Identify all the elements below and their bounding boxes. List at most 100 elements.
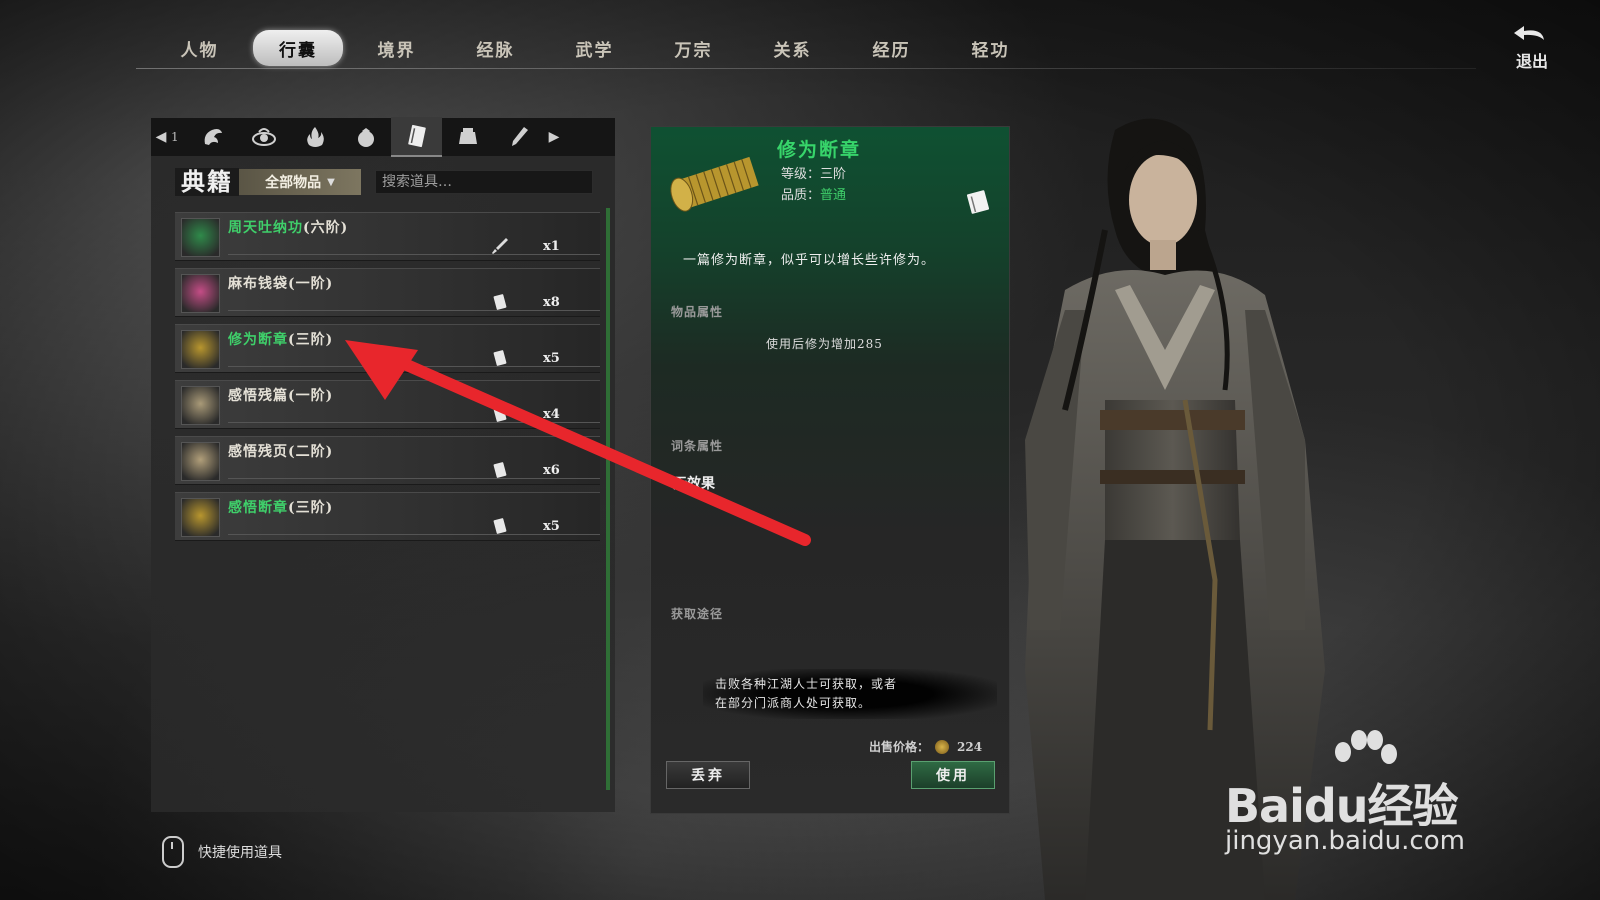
item-icon — [181, 330, 220, 369]
tab-inventory[interactable]: 行囊 — [253, 30, 343, 66]
item-quantity: x5 — [543, 519, 560, 534]
inventory-item-row[interactable]: 麻布钱袋(一阶) x8 — [175, 268, 600, 317]
inventory-panel: ◀ 1 ▶ 典籍 全部物品 ▼ 周天吐纳功(六阶) x1 麻布钱袋 — [151, 117, 615, 812]
filter-funnel-icon: ▼ — [327, 176, 335, 188]
item-quantity: x6 — [543, 463, 560, 478]
item-name: 感悟断章(三阶) — [228, 497, 333, 517]
item-tier: (三阶) — [288, 332, 334, 348]
obtain-description: 击败各种江湖人士可获取，或者 在部分门派商人处可获取。 — [703, 669, 997, 719]
brush-icon — [511, 127, 528, 146]
category-count: 1 — [171, 130, 179, 144]
category-tab-dragon[interactable] — [187, 118, 238, 156]
tab-lightness-skill[interactable]: 轻功 — [941, 30, 1040, 66]
filter-dropdown[interactable]: 全部物品 ▼ — [239, 169, 361, 195]
item-icon — [181, 498, 220, 537]
quick-use-label: 快捷使用道具 — [198, 845, 282, 861]
exit-button[interactable]: 退出 — [1502, 22, 1562, 71]
item-name: 麻布钱袋(一阶) — [228, 273, 333, 293]
item-name-text: 感悟残篇 — [228, 388, 288, 404]
detail-item-level: 等级：三阶 — [781, 167, 847, 182]
row-divider — [228, 366, 600, 367]
watermark-url: jingyan.baidu.com — [1225, 826, 1465, 856]
flame-icon — [306, 127, 324, 147]
jar-icon — [458, 128, 477, 144]
watermark: Baidu经验 jingyan.baidu.com — [1225, 730, 1525, 860]
item-icon — [181, 218, 220, 257]
sell-price-label: 出售价格： — [869, 740, 930, 754]
inventory-item-row[interactable]: 感悟断章(三阶) x5 — [175, 492, 600, 541]
book-icon — [493, 406, 507, 422]
row-divider — [228, 254, 600, 255]
tab-martial-arts[interactable]: 武学 — [545, 30, 644, 66]
dragon-icon — [204, 129, 222, 145]
category-tab-jar[interactable] — [442, 118, 493, 156]
obtain-line-1: 击败各种江湖人士可获取，或者 — [715, 677, 898, 691]
row-divider — [228, 534, 600, 535]
item-list: 周天吐纳功(六阶) x1 麻布钱袋(一阶) x8 修为断章(三阶) x5 感悟残篇(一阶) x… — [175, 212, 600, 548]
item-quantity: x1 — [543, 239, 560, 254]
quality-label: 品质： — [781, 188, 821, 203]
inventory-item-row[interactable]: 周天吐纳功(六阶) x1 — [175, 212, 600, 261]
detail-item-name: 修为断章 — [777, 139, 862, 161]
section-entry-properties: 词条属性 — [671, 439, 724, 453]
eye-swirl-icon — [251, 128, 276, 146]
tab-sects[interactable]: 万宗 — [644, 30, 743, 66]
sell-price: 出售价格： 224 — [869, 738, 982, 755]
detail-description: 一篇修为断章，似乎可以增长些许修为。 — [683, 253, 936, 268]
row-divider — [228, 478, 600, 479]
item-detail-panel: 修为断章 等级：三阶 品质：普通 一篇修为断章，似乎可以增长些许修为。 物品属性… — [650, 126, 1010, 814]
item-name: 感悟残页(二阶) — [228, 441, 333, 461]
item-name-text: 感悟残页 — [228, 444, 288, 460]
category-tab-books[interactable] — [391, 117, 442, 157]
tab-experience[interactable]: 经历 — [842, 30, 941, 66]
tab-character[interactable]: 人物 — [150, 30, 249, 66]
row-divider — [228, 422, 600, 423]
return-arrow-icon — [1514, 26, 1544, 40]
inventory-item-row[interactable]: 修为断章(三阶) x5 — [175, 324, 600, 373]
inventory-item-row[interactable]: 感悟残篇(一阶) x4 — [175, 380, 600, 429]
item-tier: (三阶) — [288, 500, 334, 516]
obtain-line-2: 在部分门派商人处可获取。 — [715, 696, 872, 710]
book-icon — [493, 462, 507, 478]
item-quantity: x5 — [543, 351, 560, 366]
detail-item-quality: 品质：普通 — [781, 184, 846, 203]
item-name-text: 感悟断章 — [228, 500, 288, 516]
item-name-text: 周天吐纳功 — [228, 220, 303, 236]
category-prev-arrow[interactable]: ◀ — [151, 129, 171, 145]
item-quantity: x8 — [543, 295, 560, 310]
search-input[interactable] — [375, 170, 593, 194]
item-icon — [181, 442, 220, 481]
item-tier: (二阶) — [288, 444, 334, 460]
category-tab-flame[interactable] — [289, 118, 340, 156]
category-tab-eye[interactable] — [238, 118, 289, 156]
scroll-book-icon — [407, 124, 426, 148]
item-tier: (一阶) — [288, 276, 334, 292]
item-list-scrollbar[interactable] — [606, 208, 610, 790]
category-tab-brush[interactable] — [493, 118, 544, 156]
filter-row: 典籍 全部物品 ▼ — [175, 168, 361, 196]
item-name: 修为断章(三阶) — [228, 329, 333, 349]
bamboo-scroll-icon — [670, 156, 759, 212]
tab-meridians[interactable]: 经脉 — [446, 30, 545, 66]
item-quantity: x4 — [543, 407, 560, 422]
use-button[interactable]: 使用 — [911, 761, 995, 789]
item-name-text: 修为断章 — [228, 332, 288, 348]
quick-use-hint: 快捷使用道具 — [162, 836, 282, 868]
item-icon — [181, 386, 220, 425]
category-tab-pouch[interactable] — [340, 118, 391, 156]
sell-price-value: 224 — [957, 739, 983, 754]
book-icon — [493, 350, 507, 366]
tab-realm[interactable]: 境界 — [347, 30, 446, 66]
main-tab-bar: 人物 行囊 境界 经脉 武学 万宗 关系 经历 轻功 — [150, 28, 1040, 68]
item-name: 感悟残篇(一阶) — [228, 385, 333, 405]
coin-icon — [935, 739, 950, 754]
sword-icon — [492, 238, 508, 254]
category-title: 典籍 — [175, 168, 239, 196]
discard-button[interactable]: 丢弃 — [666, 761, 750, 789]
inventory-item-row[interactable]: 感悟残页(二阶) x6 — [175, 436, 600, 485]
category-next-arrow[interactable]: ▶ — [544, 129, 564, 145]
tab-relations[interactable]: 关系 — [743, 30, 842, 66]
quality-value: 普通 — [820, 188, 847, 203]
book-icon — [493, 294, 507, 310]
category-tab-bar: ◀ 1 ▶ — [151, 117, 615, 157]
